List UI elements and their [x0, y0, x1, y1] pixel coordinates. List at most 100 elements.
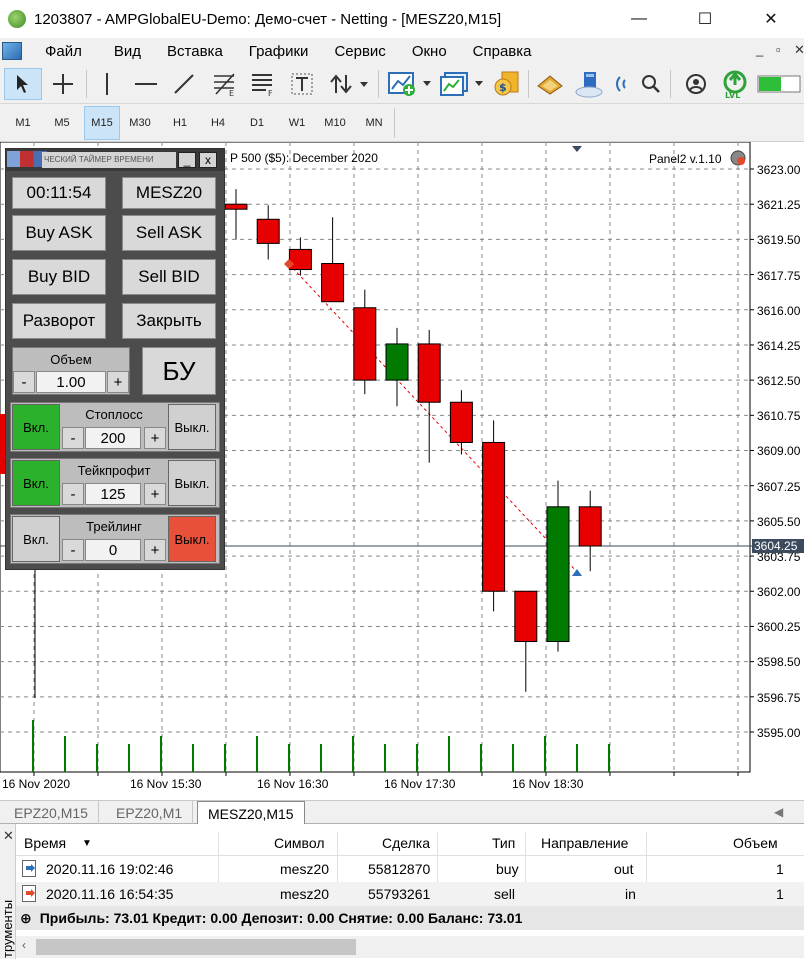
sell-bid-button[interactable]: Sell BID [122, 259, 216, 295]
buy-ask-button[interactable]: Buy ASK [12, 215, 106, 251]
volume-minus-button[interactable]: - [13, 371, 35, 393]
candle-body [417, 343, 441, 403]
mdi-minimize-button[interactable]: _ [756, 42, 763, 57]
tab-epz20-m15[interactable]: EPZ20,M15 [4, 801, 99, 825]
col-direction[interactable]: Направление [541, 830, 628, 856]
tf-m15[interactable]: M15 [84, 106, 120, 140]
mdi-restore-button[interactable]: ▫ [776, 42, 781, 57]
reverse-button[interactable]: Разворот [12, 303, 106, 339]
toolbar: E F $ LVL [0, 64, 804, 104]
scroll-thumb[interactable] [36, 939, 356, 955]
tf-m10[interactable]: M10 [317, 106, 353, 140]
maximize-button[interactable]: ☐ [672, 0, 738, 38]
signal-icon[interactable] [610, 68, 634, 100]
current-price-tag: 3604.25 [752, 539, 804, 553]
menu-charts[interactable]: Графики [238, 43, 320, 60]
vps-icon[interactable] [572, 68, 606, 100]
volume-plus-button[interactable]: + [107, 371, 129, 393]
search-icon[interactable] [638, 68, 664, 100]
arrows-icon[interactable] [326, 68, 370, 100]
takeprofit-on-button[interactable]: Вкл. [12, 460, 60, 506]
sell-ask-button[interactable]: Sell ASK [122, 215, 216, 251]
trailing-plus-button[interactable]: + [144, 539, 166, 561]
takeprofit-field[interactable]: 125 [85, 483, 141, 505]
stoploss-off-button[interactable]: Выкл. [168, 404, 216, 450]
summary-expand-icon[interactable]: ⊕ [20, 910, 32, 927]
trailing-field[interactable]: 0 [85, 539, 141, 561]
tf-m1[interactable]: M1 [5, 106, 41, 140]
symbols-icon[interactable]: $ [490, 68, 522, 100]
panel-title: ЧЕСКИЙ ТАЙМЕР ВРЕМЕНИ [42, 152, 176, 168]
tf-d1[interactable]: D1 [239, 106, 275, 140]
panel-close-button[interactable]: x [199, 152, 217, 168]
breakeven-button[interactable]: БУ [142, 347, 216, 395]
takeprofit-off-button[interactable]: Выкл. [168, 460, 216, 506]
table-row[interactable]: 2020.11.16 19:02:46 mesz20 55812870 buy … [16, 857, 804, 881]
col-type[interactable]: Тип [492, 830, 515, 856]
market-icon[interactable] [534, 68, 566, 100]
tf-h4[interactable]: H4 [200, 106, 236, 140]
tab-epz20-m1[interactable]: EPZ20,M1 [106, 801, 194, 825]
tab-scroll-left-icon[interactable]: ◀ [774, 805, 783, 819]
trendline-icon[interactable] [168, 68, 200, 100]
col-time[interactable]: Время [24, 830, 66, 856]
trailing-on-button[interactable]: Вкл. [12, 516, 60, 562]
panel-header[interactable]: ЧЕСКИЙ ТАЙМЕР ВРЕМЕНИ _ x [6, 149, 224, 171]
stoploss-on-button[interactable]: Вкл. [12, 404, 60, 450]
tf-m30[interactable]: M30 [122, 106, 158, 140]
takeprofit-plus-button[interactable]: + [144, 483, 166, 505]
cursor-icon[interactable] [4, 68, 42, 100]
chart-window-icon[interactable] [2, 42, 22, 60]
cell-symbol: mesz20 [280, 861, 330, 877]
cell-volume: 1 [776, 886, 784, 902]
volume-label: Объем [50, 352, 92, 367]
tf-mn[interactable]: MN [356, 106, 392, 140]
trailing-off-button[interactable]: Выкл. [168, 516, 216, 562]
buy-bid-button[interactable]: Buy BID [12, 259, 106, 295]
col-volume[interactable]: Объем [733, 830, 778, 856]
trailing-minus-button[interactable]: - [62, 539, 84, 561]
close-position-button[interactable]: Закрыть [122, 303, 216, 339]
panel-minimize-button[interactable]: _ [178, 152, 196, 168]
vertical-line-icon[interactable] [92, 68, 122, 100]
cell-type: sell [494, 886, 516, 902]
stoploss-minus-button[interactable]: - [62, 427, 84, 449]
tab-mesz20-m15[interactable]: MESZ20,M15 [197, 801, 305, 825]
account-icon[interactable] [682, 68, 710, 100]
new-chart-icon[interactable] [386, 68, 432, 100]
tf-h1[interactable]: H1 [162, 106, 198, 140]
price-label: 3623.00 [757, 163, 801, 177]
menu-help[interactable]: Справка [462, 43, 543, 60]
col-symbol[interactable]: Символ [274, 830, 324, 856]
menu-insert[interactable]: Вставка [156, 43, 234, 60]
toolbox-close-icon[interactable]: ✕ [3, 828, 14, 844]
cell-direction: out [614, 861, 634, 877]
fibonacci-icon[interactable]: E [208, 68, 242, 100]
mdi-close-button[interactable]: ✕ [794, 42, 804, 58]
table-row[interactable]: 2020.11.16 16:54:35 mesz20 55793261 sell… [16, 882, 804, 906]
menu-tools[interactable]: Сервис [323, 43, 396, 60]
tf-w1[interactable]: W1 [279, 106, 315, 140]
scroll-left-icon[interactable]: ‹ [22, 938, 26, 952]
horizontal-scrollbar[interactable]: ‹ [16, 936, 804, 958]
minimize-button[interactable]: — [606, 0, 672, 38]
horizontal-line-icon[interactable] [130, 68, 162, 100]
channels-icon[interactable]: F [248, 68, 278, 100]
stoploss-field[interactable]: 200 [85, 427, 141, 449]
lvl-icon[interactable]: LVL [718, 68, 752, 100]
time-label: 16 Nov 17:30 [384, 777, 456, 791]
menu-file[interactable]: Файл [34, 43, 93, 60]
price-label: 3605.50 [757, 515, 801, 529]
menu-view[interactable]: Вид [103, 43, 152, 60]
text-icon[interactable] [288, 68, 316, 100]
stoploss-plus-button[interactable]: + [144, 427, 166, 449]
templates-icon[interactable] [438, 68, 486, 100]
menu-window[interactable]: Окно [401, 43, 458, 60]
col-deal[interactable]: Сделка [382, 830, 430, 856]
close-button[interactable]: ✕ [738, 0, 804, 38]
volume-field[interactable]: 1.00 [36, 371, 106, 393]
tf-m5[interactable]: M5 [44, 106, 80, 140]
takeprofit-minus-button[interactable]: - [62, 483, 84, 505]
sort-desc-icon[interactable]: ▼ [82, 830, 92, 856]
crosshair-icon[interactable] [46, 68, 80, 100]
